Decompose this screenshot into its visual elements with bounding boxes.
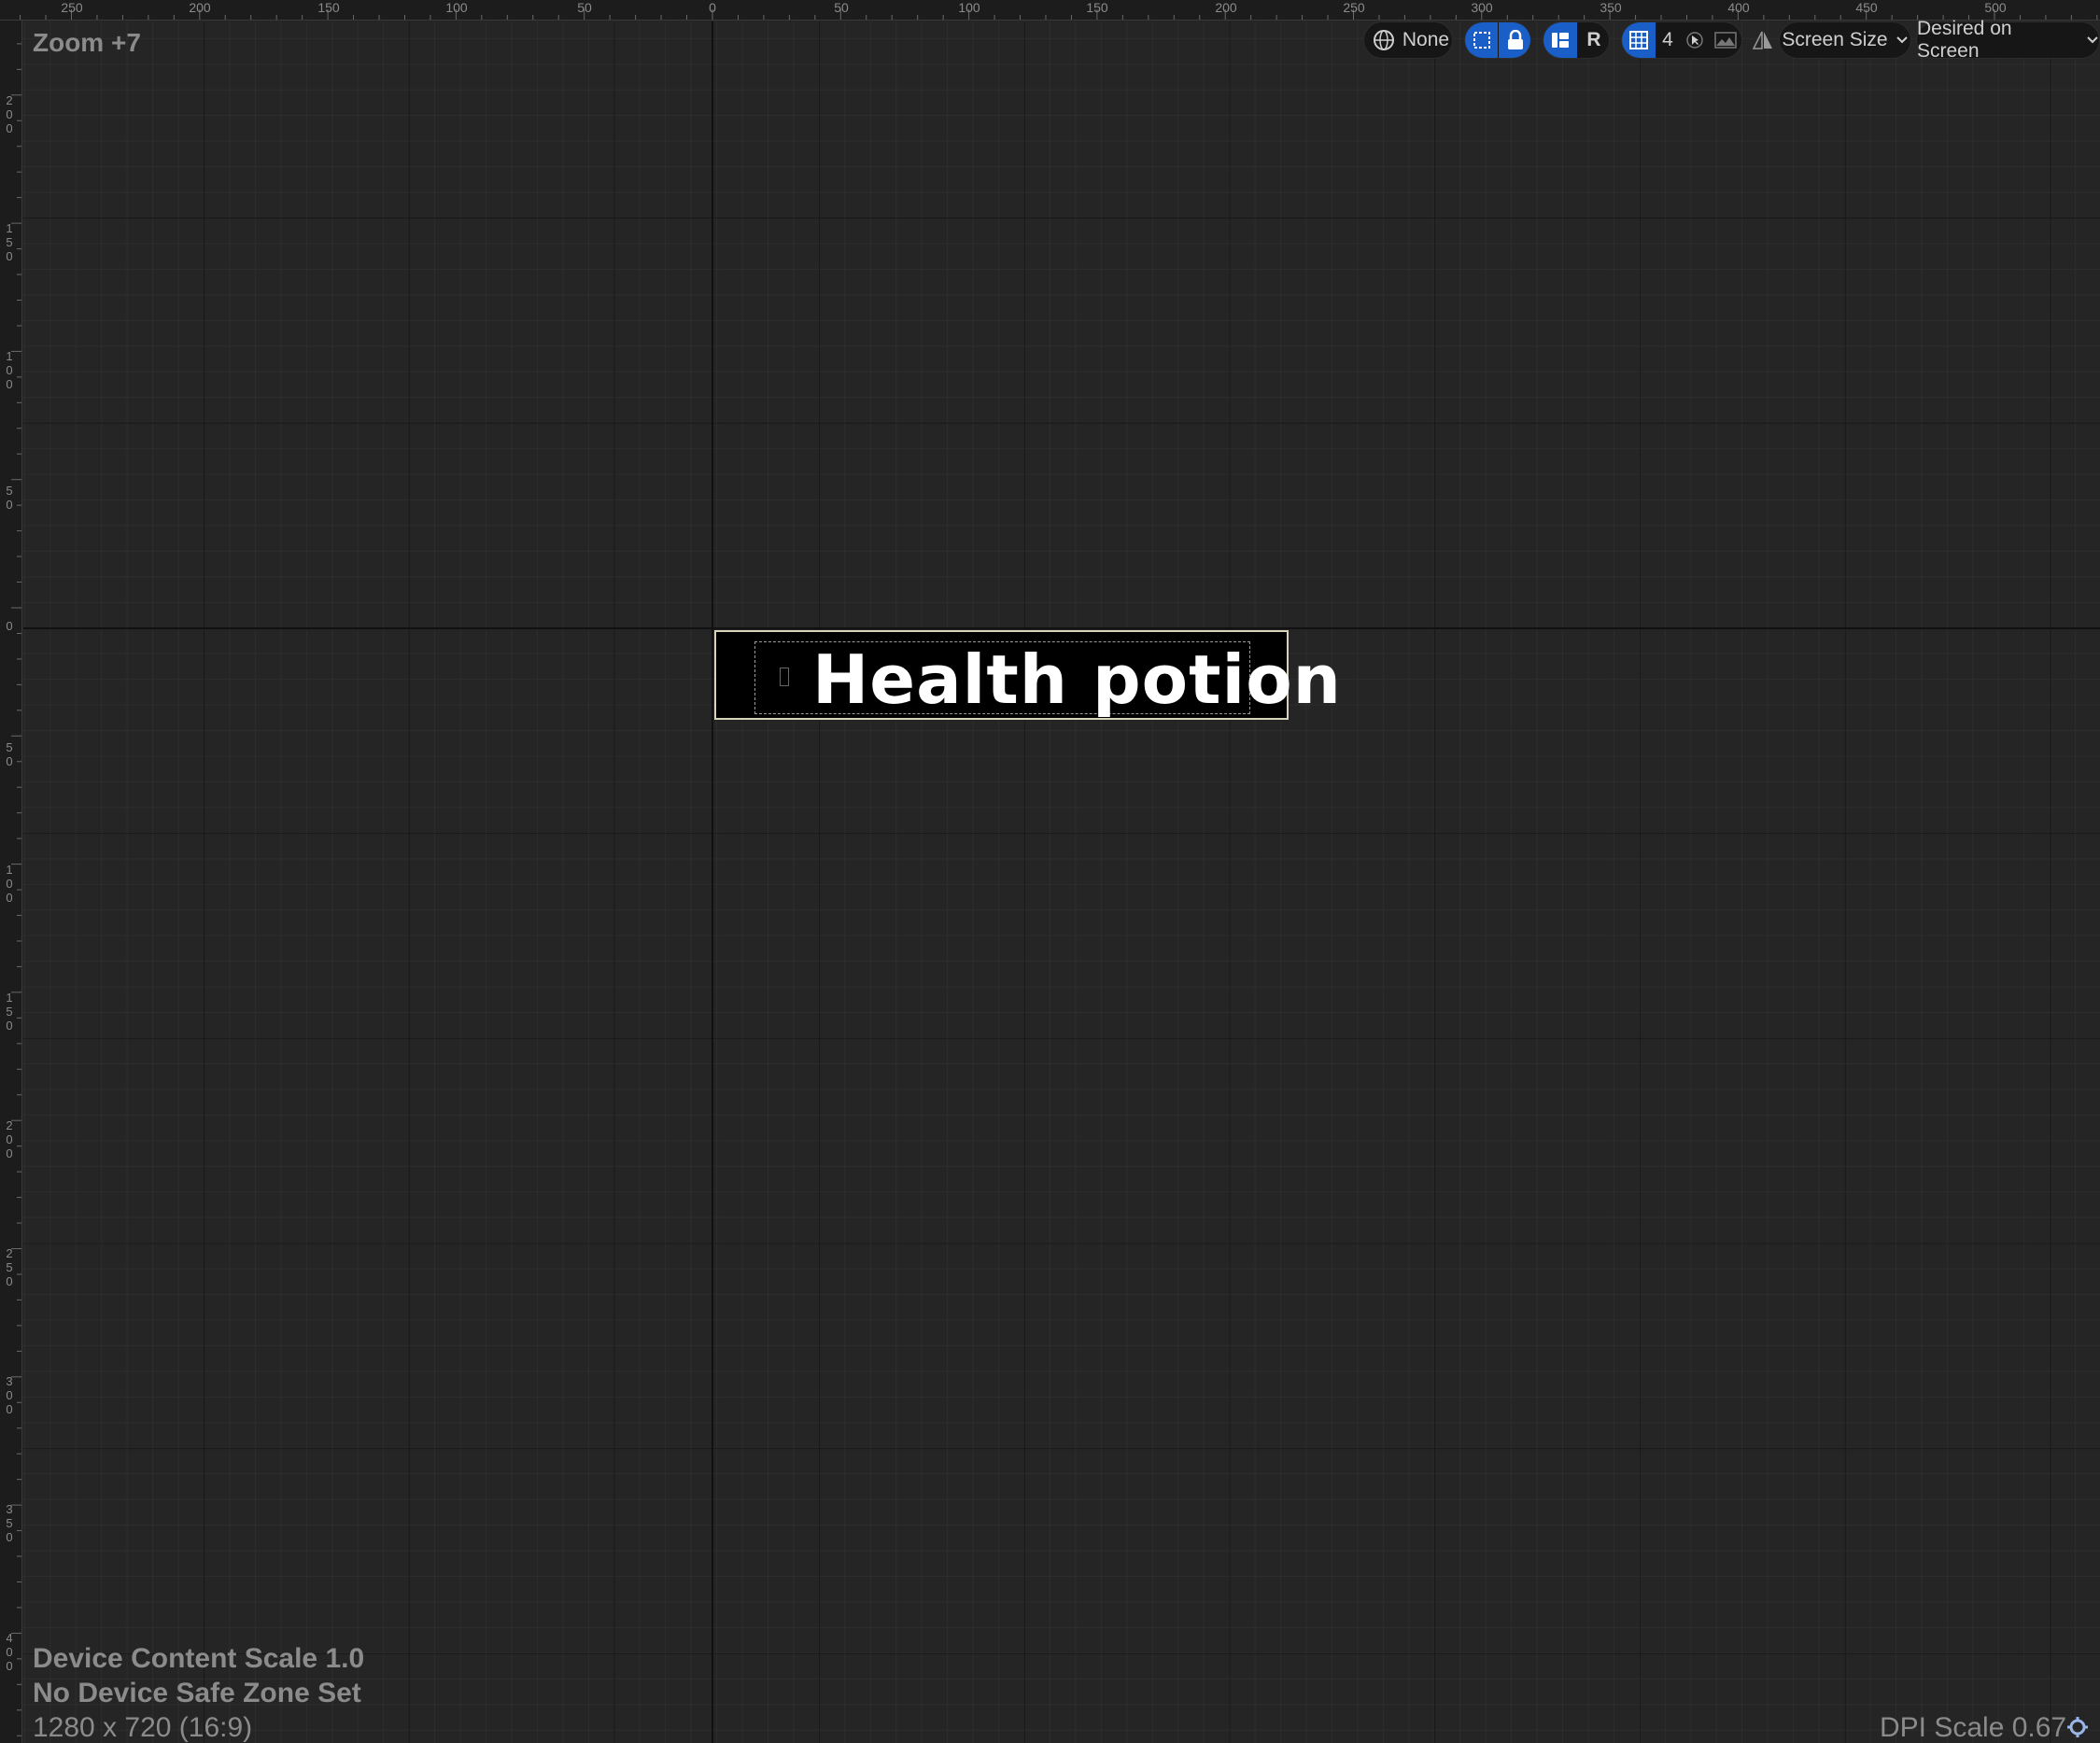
world-transform-group[interactable]: None <box>1363 21 1453 59</box>
lock-icon <box>1508 30 1523 49</box>
ruler-label: 250 <box>1343 0 1365 15</box>
widget-text-block[interactable]: Health potion <box>812 640 1342 719</box>
text-placeholder-glyph <box>780 668 789 686</box>
ruler-label: 50 <box>6 484 13 512</box>
zoom-label: Zoom +7 <box>33 28 141 57</box>
screen-size-label: Screen Size <box>1782 29 1888 50</box>
ruler-label: 300 <box>6 1374 13 1416</box>
ruler-label: 100 <box>958 0 980 15</box>
marquee-icon <box>1473 32 1490 49</box>
vertical-ruler[interactable]: 200 150 100 50 0 50 100 150 200 250 300 … <box>0 21 22 1743</box>
cursor-toggle[interactable] <box>1680 22 1710 58</box>
ruler-label: 50 <box>6 740 13 768</box>
ruler-label: 400 <box>6 1631 13 1673</box>
layout-icon <box>1552 33 1569 48</box>
ruler-label: 200 <box>6 93 13 135</box>
designer-viewport: 250 200 150 100 50 0 50 100 150 200 250 … <box>0 0 2100 1743</box>
ruler-label: 150 <box>6 221 13 263</box>
ruler-label: 500 <box>1984 0 2007 15</box>
ruler-label: 50 <box>834 0 849 15</box>
horizontal-ruler-ticks <box>20 9 2098 20</box>
grid-snap-toggle[interactable] <box>1622 22 1656 58</box>
origin-axis-vertical <box>712 21 713 1743</box>
flip-icon <box>1752 31 1772 49</box>
gear-icon <box>2067 1717 2088 1737</box>
dpi-scale-label: DPI Scale 0.67 <box>1880 1712 2067 1743</box>
safe-zone-label: No Device Safe Zone Set <box>33 1678 361 1708</box>
ruler-label: 0 <box>6 619 13 633</box>
ruler-label: 100 <box>6 349 13 391</box>
background-toggle[interactable] <box>1710 22 1741 58</box>
design-canvas[interactable]: Health potion <box>23 21 2100 1743</box>
ruler-label: 50 <box>577 0 592 15</box>
ruler-label: 350 <box>6 1502 13 1544</box>
ruler-label: 150 <box>317 0 340 15</box>
ruler-label: 200 <box>1215 0 1237 15</box>
desired-size-dropdown[interactable]: Desired on Screen <box>1916 18 2100 62</box>
respect-locks-button[interactable]: R <box>1577 22 1609 58</box>
ruler-label: 250 <box>6 1246 13 1288</box>
ruler-label: 400 <box>1727 0 1750 15</box>
chevron-down-icon <box>2087 36 2098 44</box>
grid-snap-group: 4 <box>1621 21 1742 59</box>
ruler-label: 0 <box>709 0 716 15</box>
flip-toggle[interactable] <box>1746 22 1780 58</box>
globe-icon <box>1370 22 1398 58</box>
lock-button[interactable] <box>1499 22 1530 58</box>
ruler-label: 100 <box>445 0 468 15</box>
screen-size-dropdown[interactable]: Screen Size <box>1779 21 1911 59</box>
origin-axis-horizontal <box>23 627 2100 629</box>
chevron-down-icon <box>1896 36 1908 44</box>
grid-snap-value[interactable]: 4 <box>1656 22 1680 58</box>
horizontal-ruler[interactable]: 250 200 150 100 50 0 50 100 150 200 250 … <box>0 0 2100 21</box>
grid-icon <box>1629 31 1648 49</box>
ruler-label: 350 <box>1600 0 1622 15</box>
ruler-label: 200 <box>6 1118 13 1160</box>
desired-size-content: Desired on Screen <box>1917 18 2099 62</box>
layout-button[interactable] <box>1543 22 1577 58</box>
screen-size-content: Screen Size <box>1780 22 1910 58</box>
device-content-scale-label: Device Content Scale 1.0 <box>33 1643 365 1674</box>
cursor-icon <box>1686 32 1703 49</box>
ruler-label: 150 <box>6 991 13 1033</box>
marquee-select-button[interactable] <box>1465 22 1498 58</box>
selected-widget[interactable]: Health potion <box>714 630 1341 720</box>
ruler-label: 450 <box>1855 0 1878 15</box>
landscape-icon <box>1714 32 1737 49</box>
layout-group: R <box>1543 21 1610 59</box>
ruler-label: 300 <box>1471 0 1493 15</box>
ruler-label: 250 <box>61 0 83 15</box>
ruler-label: 100 <box>6 863 13 905</box>
ruler-label: 150 <box>1086 0 1108 15</box>
dpi-settings-button[interactable] <box>2066 1716 2089 1738</box>
ruler-label: 200 <box>189 0 211 15</box>
world-mode-label: None <box>1402 29 1450 50</box>
resolution-label: 1280 x 720 (16:9) <box>33 1712 253 1743</box>
desired-size-label: Desired on Screen <box>1917 18 2012 62</box>
selection-lock-group <box>1464 21 1531 59</box>
